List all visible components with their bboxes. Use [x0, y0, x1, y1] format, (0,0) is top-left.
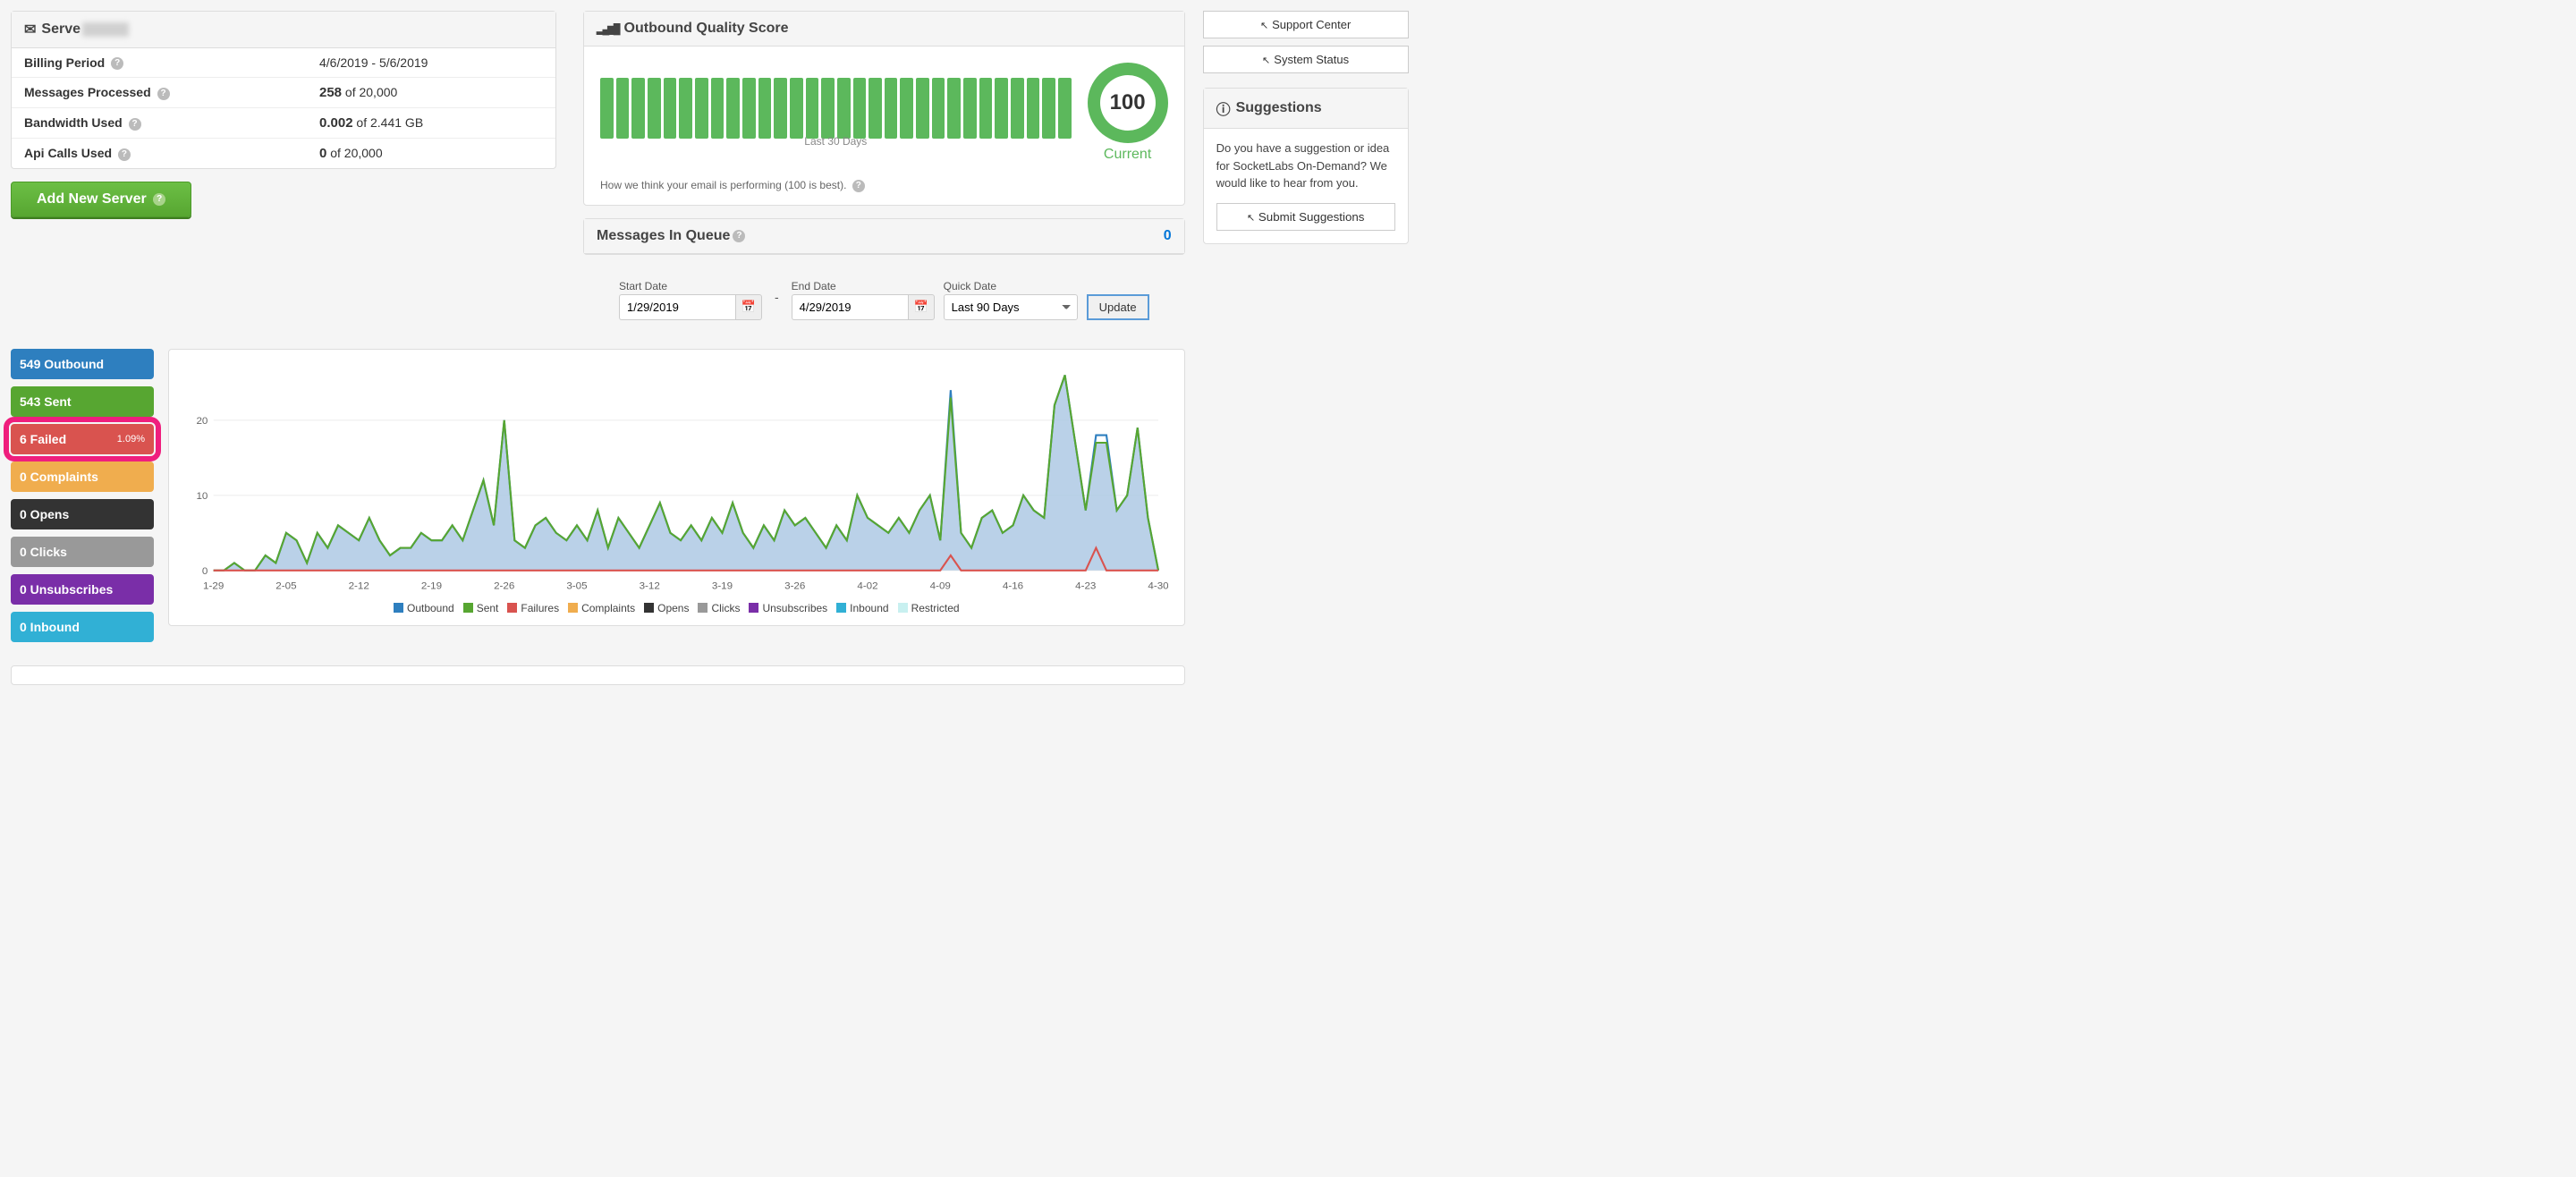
support-center-link[interactable]: Support Center [1203, 11, 1409, 38]
quality-panel: Outbound Quality Score Last 30 Days 100 … [583, 11, 1185, 206]
collapsed-panel [11, 665, 1185, 685]
server-title-text: Serve [41, 21, 80, 38]
svg-text:0: 0 [202, 566, 208, 577]
calendar-icon[interactable]: 📅 [908, 294, 935, 320]
row-billing-period: Billing Period ? 4/6/2019 - 5/6/2019 [12, 48, 555, 78]
bandwidth-value-strong: 0.002 [319, 115, 353, 131]
help-icon[interactable]: ? [157, 88, 170, 100]
queue-panel: Messages In Queue ? 0 [583, 218, 1185, 255]
svg-text:2-19: 2-19 [421, 580, 442, 591]
suggestions-body: Do you have a suggestion or idea for Soc… [1204, 129, 1408, 203]
messages-label: Messages Processed [24, 85, 151, 99]
svg-text:4-09: 4-09 [930, 580, 951, 591]
stat-outbound[interactable]: 549 Outbound [11, 349, 154, 379]
svg-text:20: 20 [196, 416, 208, 427]
stat-complaints[interactable]: 0 Complaints [11, 461, 154, 492]
help-icon[interactable]: ? [118, 148, 131, 161]
activity-chart: 0 10 20 1-29 2-05 2-12 2-19 2-26 3-05 3-12 3-19 3-2… [185, 366, 1168, 598]
server-panel-title: Serve [12, 12, 555, 48]
api-label: Api Calls Used [24, 146, 112, 160]
quality-footer: How we think your email is performing (1… [600, 179, 846, 191]
calendar-icon[interactable]: 📅 [735, 294, 762, 320]
quality-score: 100 [1110, 90, 1146, 115]
date-filter-row: Start Date 📅 - End Date 📅 [583, 267, 1185, 333]
svg-text:1-29: 1-29 [203, 580, 224, 591]
server-panel: Serve Billing Period ? 4/6/2019 - 5/6/20… [11, 11, 556, 169]
update-button[interactable]: Update [1087, 294, 1149, 320]
svg-text:3-26: 3-26 [784, 580, 805, 591]
svg-text:3-19: 3-19 [712, 580, 733, 591]
help-icon[interactable]: ? [111, 57, 123, 70]
help-icon[interactable]: ? [733, 230, 745, 242]
help-icon[interactable]: ? [852, 180, 865, 192]
submit-suggestions-button[interactable]: Submit Suggestions [1216, 203, 1395, 231]
suggestions-panel: Suggestions Do you have a suggestion or … [1203, 88, 1409, 244]
chart-legend: Outbound Sent Failures Complaints Opens … [185, 602, 1168, 614]
info-icon [1216, 97, 1236, 119]
bandwidth-value-rest: of 2.441 GB [353, 115, 424, 130]
row-bandwidth: Bandwidth Used ? 0.002 of 2.441 GB [12, 108, 555, 139]
messages-value-strong: 258 [319, 85, 342, 100]
end-date-label: End Date [792, 280, 935, 292]
bandwidth-label: Bandwidth Used [24, 115, 123, 130]
billing-period-value: 4/6/2019 - 5/6/2019 [319, 55, 428, 70]
svg-text:4-23: 4-23 [1075, 580, 1096, 591]
svg-text:3-12: 3-12 [640, 580, 660, 591]
end-date-input[interactable] [792, 294, 908, 320]
queue-value: 0 [1164, 228, 1172, 244]
stat-unsubscribes[interactable]: 0 Unsubscribes [11, 574, 154, 605]
start-date-label: Start Date [619, 280, 762, 292]
svg-text:4-30: 4-30 [1148, 580, 1167, 591]
messages-value-rest: of 20,000 [342, 85, 397, 99]
external-icon [1247, 210, 1258, 224]
system-status-link[interactable]: System Status [1203, 46, 1409, 73]
stat-clicks[interactable]: 0 Clicks [11, 537, 154, 567]
add-server-button[interactable]: Add New Server ? [11, 182, 191, 217]
start-date-input[interactable] [619, 294, 735, 320]
billing-period-label: Billing Period [24, 55, 105, 70]
quality-bars [600, 78, 1072, 139]
stat-inbound[interactable]: 0 Inbound [11, 612, 154, 642]
stat-failed[interactable]: 6 Failed1.09% [11, 424, 154, 454]
quality-donut: 100 [1088, 63, 1168, 143]
server-name-redacted [82, 22, 129, 37]
svg-text:2-05: 2-05 [275, 580, 296, 591]
stat-opens[interactable]: 0 Opens [11, 499, 154, 529]
svg-text:3-05: 3-05 [566, 580, 587, 591]
help-icon[interactable]: ? [129, 118, 141, 131]
stat-sent[interactable]: 543 Sent [11, 386, 154, 417]
stat-badges: 549 Outbound 543 Sent 6 Failed1.09% 0 Co… [11, 349, 154, 649]
bars-icon [597, 21, 624, 37]
svg-text:10: 10 [196, 491, 208, 502]
queue-title: Messages In Queue [597, 228, 730, 244]
quality-current: Current [1088, 147, 1168, 163]
row-api-calls: Api Calls Used ? 0 of 20,000 [12, 139, 555, 168]
svg-text:2-26: 2-26 [494, 580, 514, 591]
svg-text:2-12: 2-12 [349, 580, 369, 591]
row-messages-processed: Messages Processed ? 258 of 20,000 [12, 78, 555, 108]
help-icon: ? [153, 193, 165, 206]
date-separator: - [771, 290, 783, 309]
external-icon [1260, 18, 1272, 31]
quick-date-label: Quick Date [944, 280, 1078, 292]
quality-title: Outbound Quality Score [624, 21, 789, 37]
suggestions-title: Suggestions [1236, 100, 1322, 116]
chart-panel: 0 10 20 1-29 2-05 2-12 2-19 2-26 3-05 3-12 3-19 3-2… [168, 349, 1185, 626]
mail-icon [24, 21, 41, 38]
svg-text:4-16: 4-16 [1003, 580, 1023, 591]
external-icon [1262, 53, 1274, 66]
quick-date-select[interactable]: Last 90 Days [944, 294, 1078, 320]
api-value-rest: of 20,000 [326, 146, 382, 160]
svg-text:4-02: 4-02 [857, 580, 877, 591]
